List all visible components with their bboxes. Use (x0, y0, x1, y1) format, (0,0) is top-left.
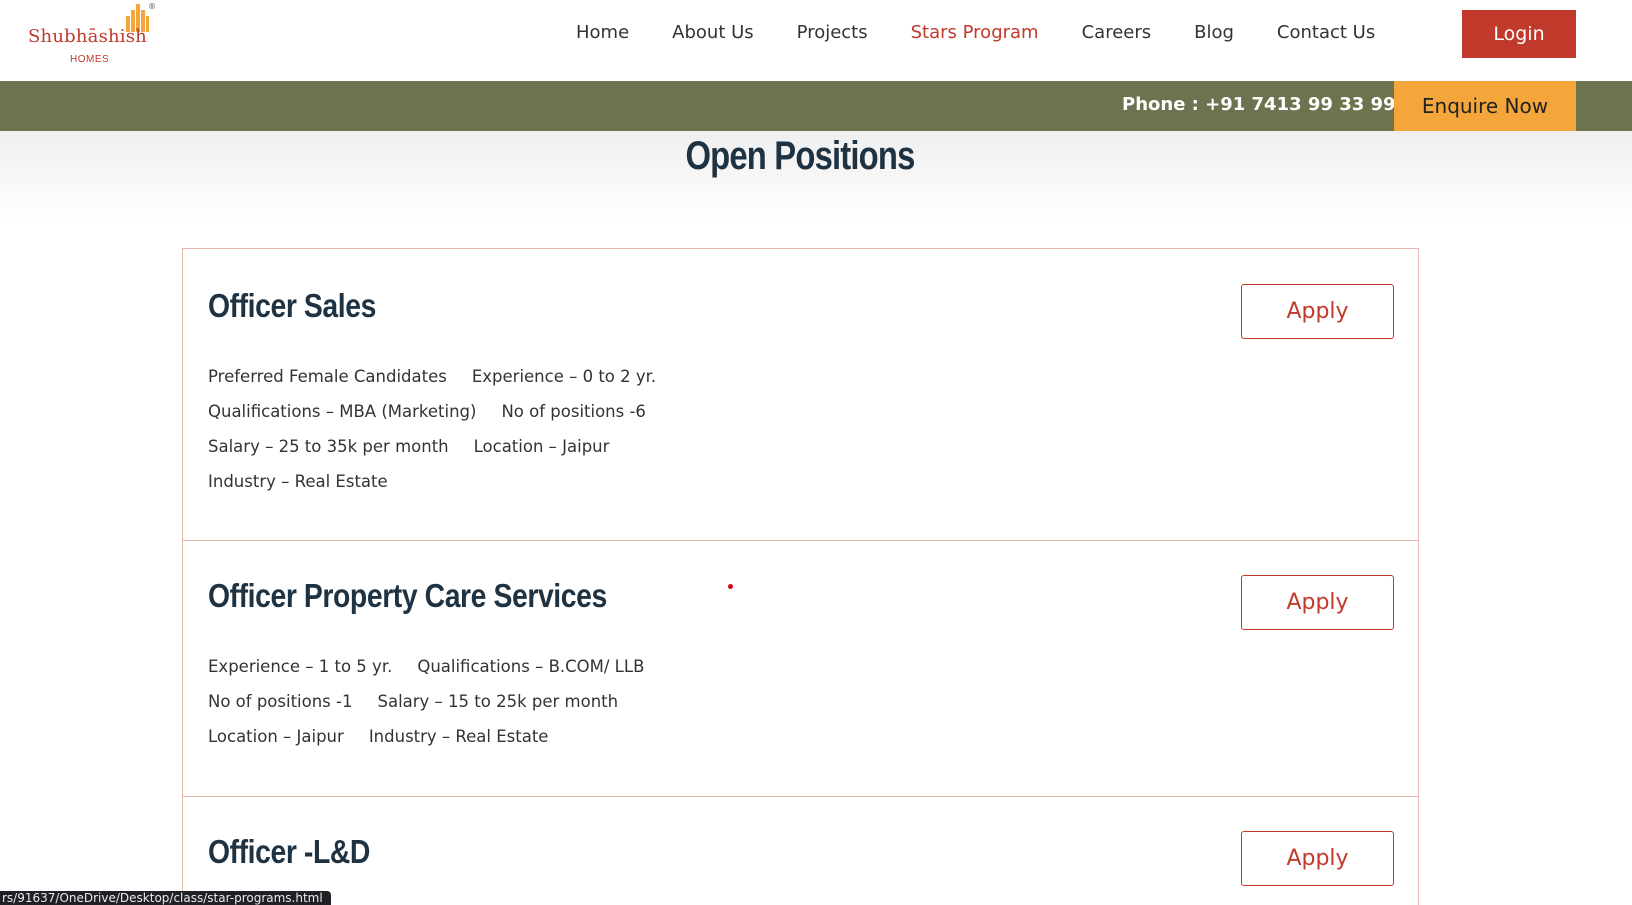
login-button[interactable]: Login (1462, 10, 1576, 58)
detail-row: Qualifications – MBA (Marketing) No of po… (208, 402, 656, 437)
detail-item: Location – Jaipur (473, 437, 610, 456)
position-details: Experience – 1 to 5 yr. Qualifications – … (208, 657, 644, 762)
position-title: Officer -L&D (208, 833, 370, 870)
detail-row: Industry – Real Estate (208, 472, 656, 507)
detail-item: Qualifications – B.COM/ LLB (417, 657, 645, 676)
position-title: Officer Property Care Services (208, 577, 607, 614)
detail-row: Location – Jaipur Industry – Real Estate (208, 727, 644, 762)
nav-blog[interactable]: Blog (1194, 20, 1234, 46)
nav-stars-program[interactable]: Stars Program (911, 20, 1039, 46)
nav-contact-us[interactable]: Contact Us (1277, 20, 1375, 46)
brand-name: Shubhāshish (28, 26, 147, 47)
position-card: Officer Sales Apply Preferred Female Can… (183, 249, 1418, 541)
apply-button[interactable]: Apply (1241, 284, 1394, 339)
apply-button[interactable]: Apply (1241, 831, 1394, 886)
position-card: Officer Property Care Services Apply Exp… (183, 541, 1418, 797)
brand-logo[interactable]: ® Shubhāshish HOMES (28, 2, 158, 68)
detail-item: Salary – 15 to 25k per month (377, 692, 619, 711)
main-nav: Home About Us Projects Stars Program Car… (576, 20, 1375, 46)
detail-item: Preferred Female Candidates (208, 367, 447, 386)
detail-item: Industry – Real Estate (208, 472, 388, 491)
detail-item: Salary – 25 to 35k per month (208, 437, 449, 456)
enquire-now-button[interactable]: Enquire Now (1394, 81, 1576, 131)
detail-row: Experience – 1 to 5 yr. Qualifications – … (208, 657, 644, 692)
brand-subtitle: HOMES (70, 54, 110, 65)
nav-careers[interactable]: Careers (1082, 20, 1152, 46)
browser-status-url: rs/91637/OneDrive/Desktop/class/star-pro… (0, 891, 331, 905)
page-title: Open Positions (685, 134, 915, 178)
detail-item: No of positions -6 (501, 402, 646, 421)
positions-list: Officer Sales Apply Preferred Female Can… (182, 248, 1419, 905)
site-header: ® Shubhāshish HOMES Home About Us Projec… (0, 0, 1632, 81)
position-card: Officer -L&D Apply (183, 797, 1418, 905)
detail-item: Experience – 1 to 5 yr. (208, 657, 393, 676)
registered-mark: ® (148, 2, 156, 11)
detail-item: No of positions -1 (208, 692, 353, 711)
nav-about-us[interactable]: About Us (672, 20, 754, 46)
nav-projects[interactable]: Projects (797, 20, 868, 46)
red-dot-marker (728, 584, 733, 589)
detail-row: No of positions -1 Salary – 15 to 25k per… (208, 692, 644, 727)
detail-item: Qualifications – MBA (Marketing) (208, 402, 477, 421)
phone-number[interactable]: Phone : +91 7413 99 33 99 (1122, 94, 1396, 115)
detail-row: Preferred Female Candidates Experience – … (208, 367, 656, 402)
apply-button[interactable]: Apply (1241, 575, 1394, 630)
position-details: Preferred Female Candidates Experience – … (208, 367, 656, 507)
contact-bar: Phone : +91 7413 99 33 99 Enquire Now (0, 81, 1632, 131)
position-title: Officer Sales (208, 287, 376, 324)
nav-home[interactable]: Home (576, 20, 629, 46)
detail-item: Location – Jaipur (208, 727, 344, 746)
detail-item: Experience – 0 to 2 yr. (471, 367, 657, 386)
detail-item: Industry – Real Estate (368, 727, 549, 746)
detail-row: Salary – 25 to 35k per month Location – J… (208, 437, 656, 472)
